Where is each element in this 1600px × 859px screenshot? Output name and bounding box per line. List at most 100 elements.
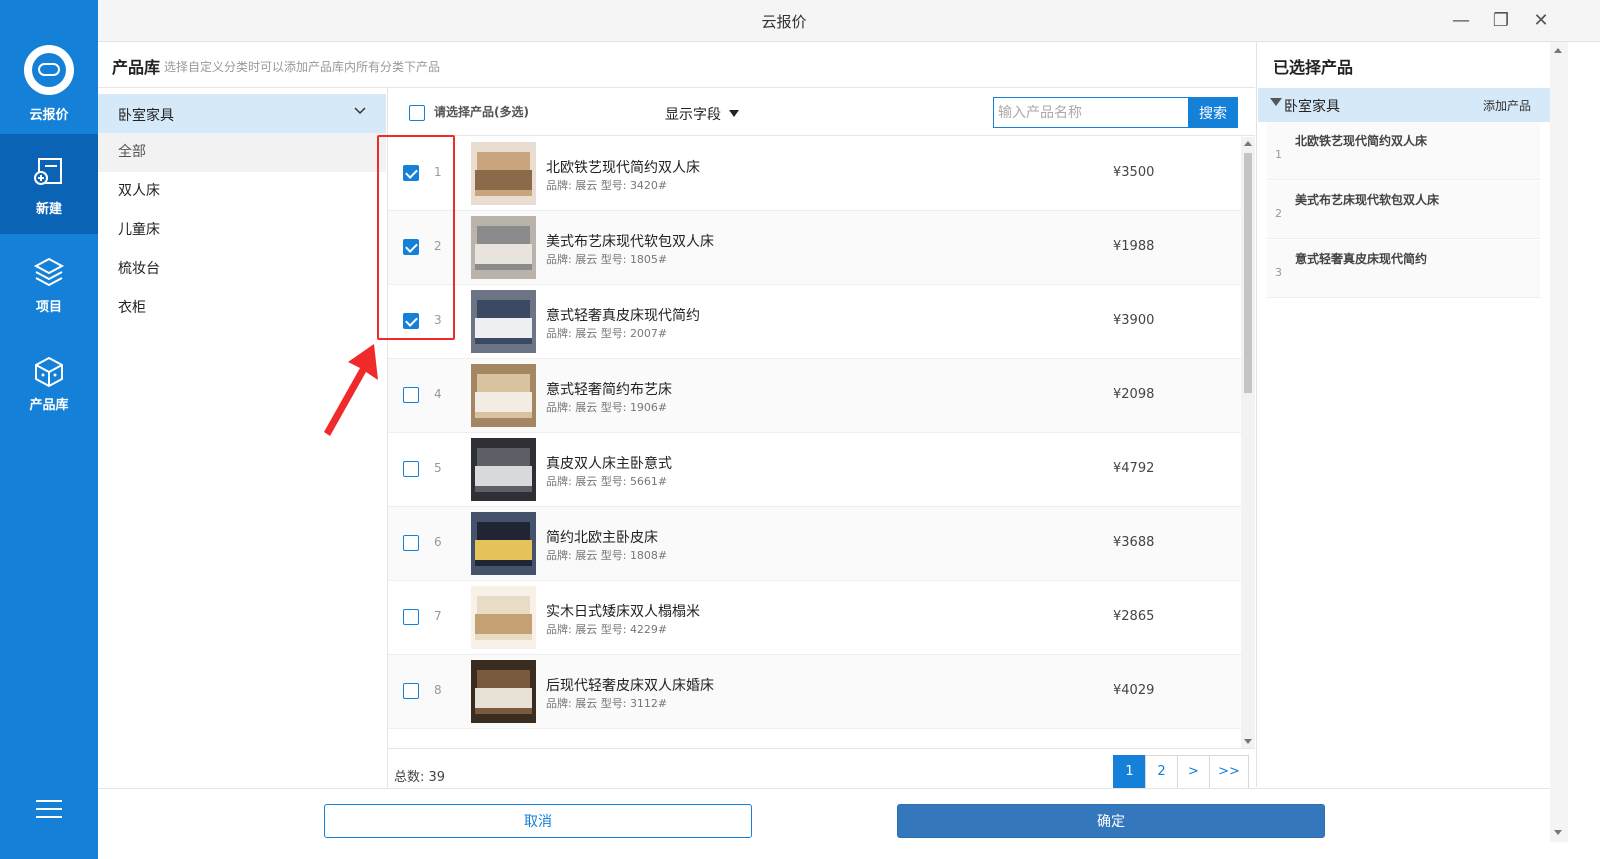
scroll-up-icon[interactable]: [1554, 48, 1562, 53]
brand-label: 品牌:: [546, 549, 572, 562]
row-checkbox[interactable]: [403, 609, 419, 625]
search-button[interactable]: 搜索: [1188, 97, 1238, 128]
minimize-icon[interactable]: —: [1450, 10, 1472, 32]
row-checkbox[interactable]: [403, 683, 419, 699]
table-row[interactable]: 8 后现代轻奢皮床双人床婚床 品牌: 展云 型号: 3112# ¥4029: [388, 655, 1241, 729]
model-value: 1906#: [629, 401, 668, 414]
product-meta: 品牌: 展云 型号: 4229#: [546, 621, 667, 637]
list-scrollbar[interactable]: [1241, 137, 1255, 748]
product-price: ¥2865: [1113, 609, 1155, 624]
product-meta: 品牌: 展云 型号: 1906#: [546, 399, 667, 415]
close-icon[interactable]: ✕: [1530, 10, 1552, 32]
category-group-dropdown[interactable]: 卧室家具: [98, 94, 386, 133]
rail-item-projects[interactable]: 项目: [0, 234, 98, 334]
product-name: 后现代轻奢皮床双人床婚床: [546, 678, 714, 694]
hamburger-menu-icon[interactable]: [36, 800, 62, 820]
brand-value: 展云: [575, 475, 598, 488]
new-document-icon: [34, 158, 62, 185]
rail-item-label: 新建: [35, 202, 62, 217]
product-meta: 品牌: 展云 型号: 1805#: [546, 251, 667, 267]
product-thumbnail: [471, 364, 536, 427]
display-fields-button[interactable]: 显示字段: [665, 104, 721, 124]
scroll-up-icon[interactable]: [1244, 141, 1252, 146]
brand-value: 展云: [575, 549, 598, 562]
product-name: 美式布艺床现代软包双人床: [546, 234, 714, 250]
total-value: 39: [428, 770, 446, 785]
rail-item-library[interactable]: 产品库: [0, 334, 98, 434]
row-number: 8: [434, 683, 442, 697]
action-bar: 取消 确定: [98, 788, 1550, 859]
app-window: 云报价 新建 项目 产品库 云报价 — ❐ ✕ 产品库 选择自定义分类时可以添加…: [0, 0, 1600, 859]
model-value: 2007#: [629, 327, 668, 340]
last-page-button[interactable]: >>: [1209, 755, 1249, 789]
product-thumbnail: [471, 586, 536, 649]
model-label: 型号:: [600, 253, 627, 266]
brand-value: 展云: [575, 179, 598, 192]
brand-label: 品牌:: [546, 327, 572, 340]
selected-panel-scrollbar[interactable]: [1550, 42, 1568, 842]
product-meta: 品牌: 展云 型号: 2007#: [546, 325, 667, 341]
row-checkbox[interactable]: [403, 461, 419, 477]
table-row[interactable]: 3 意式轻奢真皮床现代简约 品牌: 展云 型号: 2007# ¥3900: [388, 285, 1241, 359]
selected-item-name: 意式轻奢真皮床现代简约: [1295, 252, 1428, 266]
product-list-panel: 请选择产品(多选) 显示字段 搜索 1 北欧铁艺现代简约双人床品牌: 展云 型号:…: [388, 88, 1255, 789]
table-row[interactable]: 2 美式布艺床现代软包双人床 品牌: 展云 型号: 1805# ¥1988: [388, 211, 1241, 285]
brand-label: 品牌:: [546, 623, 572, 636]
table-row[interactable]: 6 简约北欧主卧皮床 品牌: 展云 型号: 1808# ¥3688: [388, 507, 1241, 581]
triangle-down-icon[interactable]: [1270, 98, 1282, 106]
product-name: 实木日式矮床双人榻榻米: [546, 604, 700, 620]
category-item-wardrobe[interactable]: 衣柜: [98, 289, 386, 328]
category-item-kids-bed[interactable]: 儿童床: [98, 211, 386, 250]
brand-label: 品牌:: [546, 401, 572, 414]
brand-label: 品牌:: [546, 475, 572, 488]
scroll-down-icon[interactable]: [1244, 739, 1252, 744]
model-label: 型号:: [600, 401, 627, 414]
scroll-down-icon[interactable]: [1554, 830, 1562, 835]
selected-item-name: 美式布艺床现代软包双人床: [1295, 193, 1440, 207]
scroll-thumb[interactable]: [1244, 153, 1252, 393]
selected-group-header[interactable]: 卧室家具 添加产品: [1258, 88, 1551, 122]
product-price: ¥3900: [1113, 313, 1155, 328]
product-price: ¥3688: [1113, 535, 1155, 550]
table-row[interactable]: 4 意式轻奢简约布艺床 品牌: 展云 型号: 1906# ¥2098: [388, 359, 1241, 433]
rail-item-new[interactable]: 新建: [0, 134, 98, 234]
model-value: 1808#: [629, 549, 668, 562]
selected-item[interactable]: 3 意式轻奢真皮床现代简约: [1267, 240, 1540, 298]
add-product-button[interactable]: 添加产品: [1483, 97, 1531, 114]
select-all-label: 请选择产品(多选): [434, 105, 529, 119]
product-price: ¥4029: [1113, 683, 1155, 698]
selected-products-panel: 已选择产品 卧室家具 添加产品 1 北欧铁艺现代简约双人床 2 美式布艺床现代软…: [1256, 42, 1551, 787]
model-label: 型号:: [600, 327, 627, 340]
table-row[interactable]: 5 真皮双人床主卧意式 品牌: 展云 型号: 5661# ¥4792: [388, 433, 1241, 507]
selected-item-num: 1: [1275, 148, 1282, 161]
page-2-button[interactable]: 2: [1145, 755, 1178, 789]
table-row[interactable]: 7 实木日式矮床双人榻榻米 品牌: 展云 型号: 4229# ¥2865: [388, 581, 1241, 655]
product-rows: 1 北欧铁艺现代简约双人床 品牌: 展云 型号: 3420# ¥3500 2 美式布艺床现…: [388, 137, 1241, 748]
total-count: 总数: 39: [394, 766, 445, 785]
restore-icon[interactable]: ❐: [1490, 10, 1512, 32]
category-item-dresser[interactable]: 梳妆台: [98, 250, 386, 289]
search-input[interactable]: [993, 97, 1189, 128]
product-thumbnail: [471, 216, 536, 279]
caret-down-icon[interactable]: [729, 110, 739, 117]
left-rail: 云报价 新建 项目 产品库: [0, 0, 98, 859]
category-item-double-bed[interactable]: 双人床: [98, 172, 386, 211]
select-all-checkbox[interactable]: [409, 105, 425, 121]
next-page-button[interactable]: >: [1177, 755, 1210, 789]
row-checkbox[interactable]: [403, 387, 419, 403]
table-row[interactable]: 1 北欧铁艺现代简约双人床 品牌: 展云 型号: 3420# ¥3500: [388, 137, 1241, 211]
app-name: 云报价: [29, 108, 69, 123]
library-hint: 选择自定义分类时可以添加产品库内所有分类下产品: [164, 60, 441, 74]
confirm-button[interactable]: 确定: [897, 804, 1325, 838]
highlight-box: [377, 135, 455, 340]
product-meta: 品牌: 展云 型号: 1808#: [546, 547, 667, 563]
category-item-all[interactable]: 全部: [98, 133, 386, 172]
brand-value: 展云: [575, 327, 598, 340]
cancel-button[interactable]: 取消: [324, 804, 752, 838]
product-thumbnail: [471, 512, 536, 575]
product-price: ¥2098: [1113, 387, 1155, 402]
selected-item[interactable]: 2 美式布艺床现代软包双人床: [1267, 181, 1540, 239]
selected-item[interactable]: 1 北欧铁艺现代简约双人床: [1267, 122, 1540, 180]
page-1-button[interactable]: 1: [1113, 755, 1146, 789]
row-checkbox[interactable]: [403, 535, 419, 551]
